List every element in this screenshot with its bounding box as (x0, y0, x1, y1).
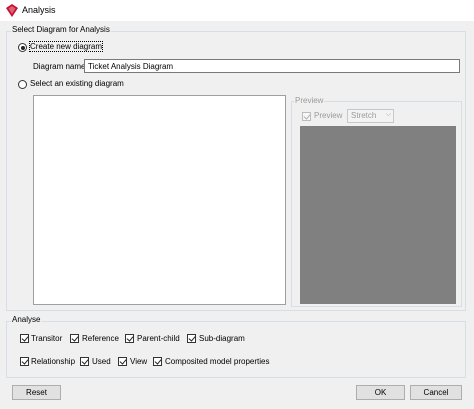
preview-mode-select[interactable]: Stretch ⌵ (347, 109, 394, 123)
view-label: View (130, 357, 148, 366)
parent-child-label: Parent-child (137, 334, 180, 343)
sub-diagram-label: Sub-diagram (199, 334, 245, 343)
create-new-diagram-radio[interactable] (18, 43, 27, 52)
preview-mode-value: Stretch (351, 111, 377, 120)
transitor-checkbox[interactable] (20, 334, 29, 343)
existing-diagram-list[interactable] (33, 95, 286, 305)
analyse-legend: Analyse (11, 315, 42, 324)
diagram-name-label: Diagram name: (33, 62, 88, 71)
preview-legend: Preview (294, 96, 325, 105)
create-new-diagram-label[interactable]: Create new diagram (28, 41, 104, 52)
sub-diagram-checkbox[interactable] (187, 334, 196, 343)
composited-model-properties-checkbox[interactable] (153, 357, 162, 366)
select-existing-diagram-radio[interactable] (18, 80, 27, 89)
reference-checkbox[interactable] (70, 334, 79, 343)
cancel-button[interactable]: Cancel (410, 385, 462, 400)
parent-child-checkbox[interactable] (125, 334, 134, 343)
view-checkbox[interactable] (118, 357, 127, 366)
preview-canvas (300, 126, 456, 304)
select-existing-diagram-label[interactable]: Select an existing diagram (30, 79, 124, 88)
used-checkbox[interactable] (80, 357, 89, 366)
diagram-name-input[interactable]: Ticket Analysis Diagram (84, 59, 460, 73)
analyse-group (6, 321, 466, 378)
window-title: Analysis (22, 5, 56, 15)
reference-label: Reference (82, 334, 119, 343)
select-diagram-legend: Select Diagram for Analysis (11, 25, 111, 34)
title-bar: Analysis (0, 0, 474, 21)
composited-model-properties-label: Composited model properties (165, 357, 270, 366)
used-label: Used (92, 357, 111, 366)
transitor-label: Transitor (31, 334, 63, 343)
chevron-down-icon: ⌵ (385, 111, 391, 118)
preview-checkbox-label: Preview (314, 111, 343, 120)
visual-paradigm-logo-icon (6, 4, 18, 17)
preview-checkbox[interactable] (302, 112, 311, 121)
relationship-label: Relationship (31, 357, 76, 366)
relationship-checkbox[interactable] (20, 357, 29, 366)
ok-button[interactable]: OK (356, 385, 405, 400)
reset-button[interactable]: Reset (12, 385, 61, 400)
